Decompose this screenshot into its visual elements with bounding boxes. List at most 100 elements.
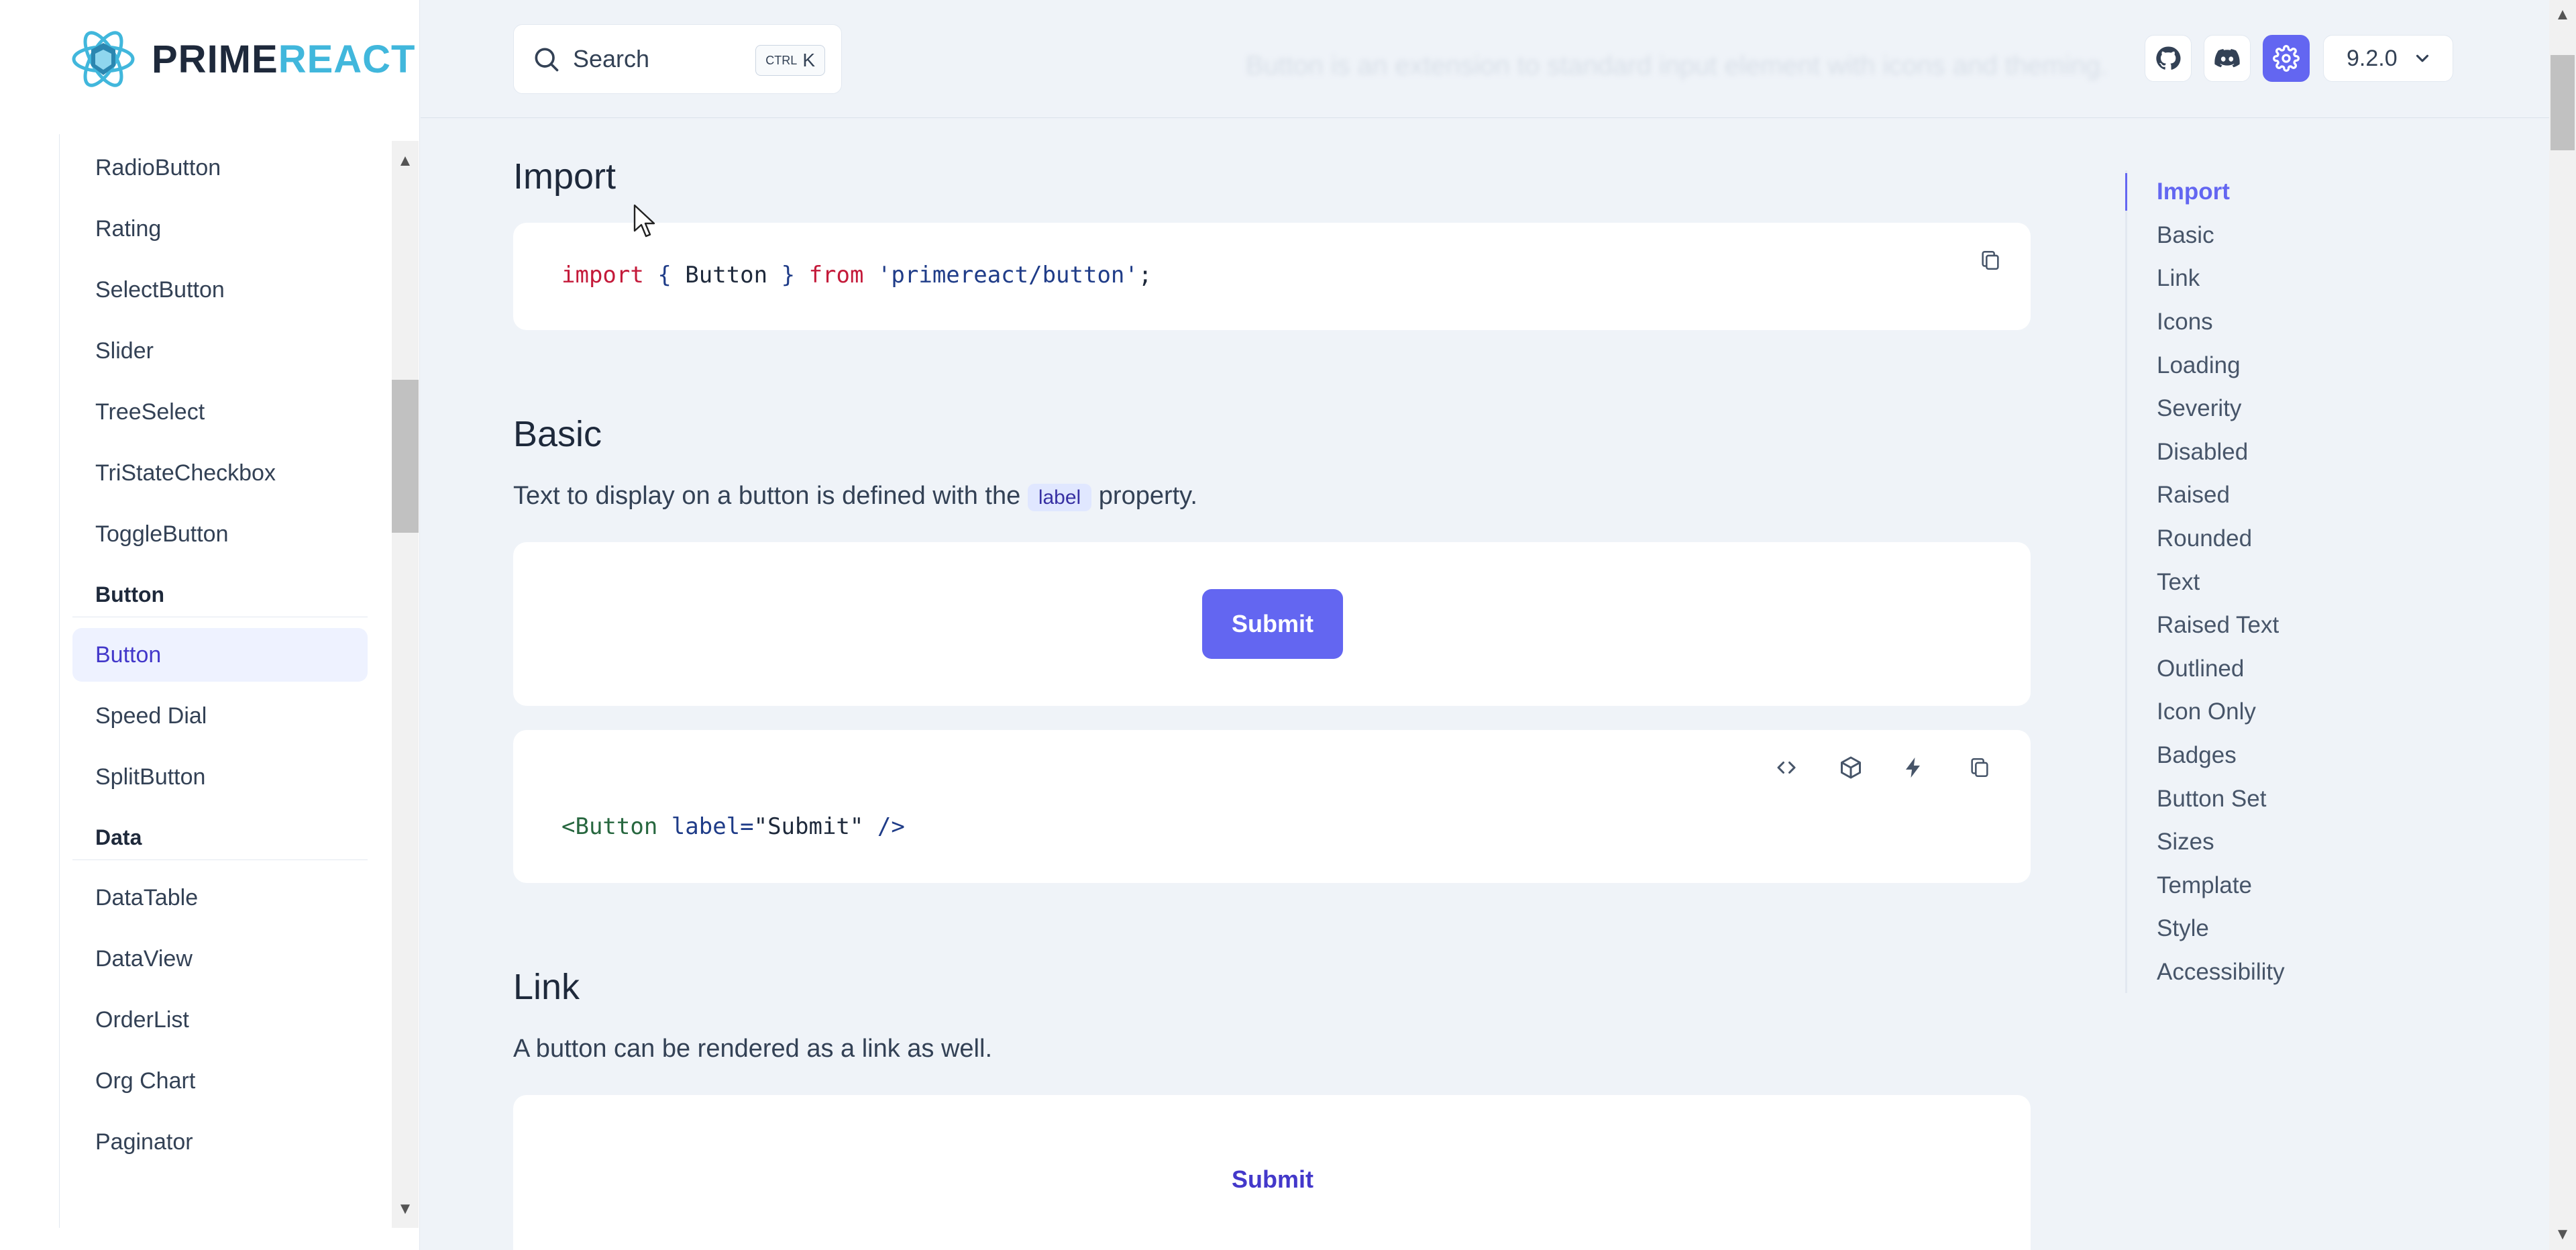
import-code: import { Button } from 'primereact/butto… (561, 262, 1152, 289)
code-import-name: Button (685, 262, 768, 289)
toc-item-sizes[interactable]: Sizes (2127, 821, 2326, 864)
sidebar-item-dataview[interactable]: DataView (72, 932, 368, 986)
section-title-import: Import (513, 156, 616, 197)
copy-icon (1971, 758, 1988, 778)
search-shortcut: CTRL K (755, 45, 825, 76)
toc-item-accessibility[interactable]: Accessibility (2127, 951, 2326, 994)
github-icon (2156, 46, 2181, 70)
page-scrollbar[interactable]: ▲ ▼ (2549, 0, 2576, 1250)
scroll-up-icon[interactable]: ▲ (392, 148, 419, 174)
brand-name-suffix: REACT (278, 37, 416, 81)
code-tag-close: /> (877, 813, 905, 840)
box-icon (1841, 756, 1861, 779)
page-scroll-down-icon[interactable]: ▼ (2549, 1221, 2576, 1248)
sidebar-item-togglebutton[interactable]: ToggleButton (72, 507, 368, 561)
sidebar-section-button: Button (72, 578, 368, 617)
toc-item-raised-text[interactable]: Raised Text (2127, 604, 2326, 647)
sidebar-item-radiobutton[interactable]: RadioButton (72, 141, 368, 195)
search-icon (535, 48, 559, 72)
section-title-link: Link (513, 967, 580, 1007)
sidebar-item-tristatecheckbox[interactable]: TriStateCheckbox (72, 446, 368, 500)
sidebar-scrollbar-thumb[interactable] (392, 380, 419, 533)
code-from-keyword: from (808, 262, 864, 289)
basic-code: <Button label="Submit" /> (561, 813, 905, 840)
sidebar-item-paginator[interactable]: Paginator (72, 1115, 368, 1169)
sidebar-item-orderlist[interactable]: OrderList (72, 993, 368, 1047)
basic-desc-code: label (1027, 484, 1092, 511)
sidebar-item-splitbutton[interactable]: SplitButton (72, 750, 368, 804)
code-import-keyword: import (561, 262, 644, 289)
copy-button[interactable] (1974, 244, 2006, 276)
topbar: Button is an extension to standard input… (421, 0, 2549, 118)
sidebar-item-button[interactable]: Button (72, 628, 368, 682)
submit-link-button[interactable]: Submit (1202, 1145, 1343, 1214)
toc-item-text[interactable]: Text (2127, 560, 2326, 604)
github-button[interactable] (2145, 35, 2192, 82)
toc-item-rounded[interactable]: Rounded (2127, 517, 2326, 561)
toggle-code-button[interactable] (1770, 751, 1803, 784)
code-left-brace: { (657, 262, 672, 289)
toc-item-basic[interactable]: Basic (2127, 214, 2326, 258)
scroll-down-icon[interactable]: ▼ (392, 1196, 419, 1222)
copy-code-button[interactable] (1964, 751, 1996, 784)
toc-item-severity[interactable]: Severity (2127, 387, 2326, 431)
section-desc-basic: Text to display on a button is defined w… (513, 482, 1197, 511)
sidebar: PRIMEREACT RadioButton Rating SelectButt… (0, 0, 420, 1250)
toc-item-import[interactable]: Import (2125, 170, 2326, 214)
submit-button[interactable]: Submit (1202, 589, 1343, 659)
sidebar-scrollbar[interactable]: ▲ ▼ (392, 141, 419, 1228)
version-value: 9.2.0 (2347, 45, 2398, 71)
theme-config-button[interactable] (2263, 35, 2310, 82)
sidebar-item-rating[interactable]: Rating (72, 202, 368, 256)
version-dropdown[interactable]: 9.2.0 (2323, 35, 2453, 82)
sidebar-item-selectbutton[interactable]: SelectButton (72, 263, 368, 317)
logo[interactable]: PRIMEREACT (71, 23, 415, 95)
brand-name-prefix: PRIME (152, 37, 278, 81)
search-button[interactable]: Search CTRL K (513, 24, 842, 94)
toc-item-outlined[interactable]: Outlined (2127, 647, 2326, 691)
basic-preview-card: Submit (513, 542, 2031, 706)
stackblitz-button[interactable] (1898, 751, 1930, 784)
sidebar-item-datatable[interactable]: DataTable (72, 871, 368, 925)
toc-item-raised[interactable]: Raised (2127, 474, 2326, 517)
code-import-path: 'primereact/button' (877, 262, 1138, 289)
mouse-cursor-icon (633, 204, 655, 238)
toc-item-style[interactable]: Style (2127, 907, 2326, 951)
section-desc-link: A button can be rendered as a link as we… (513, 1035, 993, 1063)
sidebar-item-treeselect[interactable]: TreeSelect (72, 385, 368, 439)
toc-item-template[interactable]: Template (2127, 864, 2326, 908)
code-semicolon: ; (1138, 262, 1152, 289)
basic-code-card: <Button label="Submit" /> (513, 730, 2031, 883)
code-tag-open: <Button (561, 813, 658, 840)
toc-item-loading[interactable]: Loading (2127, 344, 2326, 387)
toc-item-icon-only[interactable]: Icon Only (2127, 690, 2326, 734)
section-title-basic: Basic (513, 414, 602, 454)
sidebar-item-slider[interactable]: Slider (72, 324, 368, 378)
page-scrollbar-thumb[interactable] (2551, 55, 2575, 150)
basic-desc-before: Text to display on a button is defined w… (513, 482, 1021, 510)
codesandbox-button[interactable] (1835, 751, 1867, 784)
shortcut-modifier: CTRL (765, 53, 798, 67)
gear-icon (2273, 45, 2300, 72)
primereact-logo-icon (72, 31, 135, 87)
search-label: Search (573, 45, 650, 72)
sidebar-item-org-chart[interactable]: Org Chart (72, 1054, 368, 1108)
link-preview-card: Submit (513, 1095, 2031, 1250)
table-of-contents: Import Basic Link Icons Loading Severity… (2125, 170, 2326, 993)
toc-item-icons[interactable]: Icons (2127, 301, 2326, 344)
toc-item-button-set[interactable]: Button Set (2127, 777, 2326, 821)
bolt-icon (1906, 758, 1920, 778)
toc-item-badges[interactable]: Badges (2127, 734, 2326, 778)
basic-desc-after: property. (1098, 482, 1197, 510)
sidebar-item-speed-dial[interactable]: Speed Dial (72, 689, 368, 743)
toc-item-link[interactable]: Link (2127, 257, 2326, 301)
sidebar-nav: RadioButton Rating SelectButton Slider T… (72, 141, 368, 1228)
toc-item-disabled[interactable]: Disabled (2127, 431, 2326, 474)
discord-button[interactable] (2204, 35, 2251, 82)
code-attr-value: "Submit" (753, 813, 864, 840)
sidebar-section-data: Data (72, 821, 368, 860)
code-icon (1777, 762, 1796, 774)
page-scroll-up-icon[interactable]: ▲ (2549, 1, 2576, 28)
shortcut-key: K (802, 50, 815, 70)
nav-rail (59, 134, 60, 1228)
